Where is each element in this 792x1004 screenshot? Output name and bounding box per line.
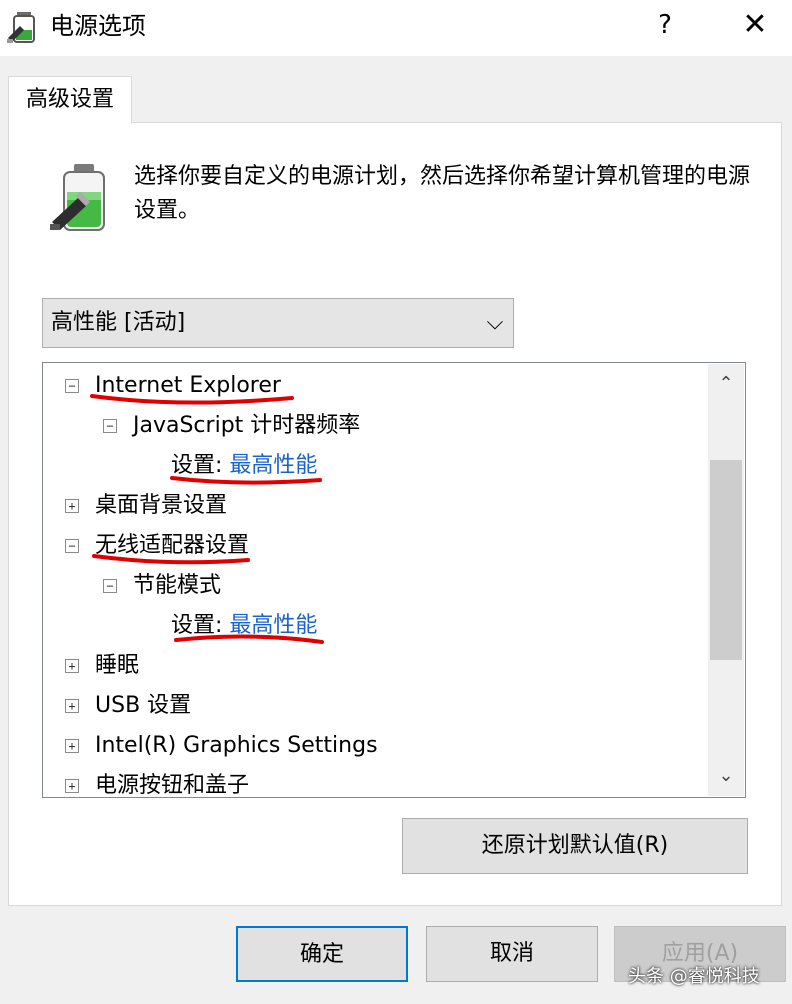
- close-button[interactable]: ✕: [736, 8, 774, 42]
- scroll-down-icon[interactable]: ⌄: [708, 760, 744, 792]
- collapse-icon[interactable]: −: [103, 419, 117, 433]
- tree-item-sleep[interactable]: 睡眠: [95, 649, 139, 683]
- tree-setting-row: 设置: 最高性能: [171, 609, 317, 643]
- tree-item-power-saving-mode[interactable]: 节能模式: [133, 569, 221, 603]
- power-plan-select[interactable]: 高性能 [活动]: [42, 298, 514, 348]
- battery-plug-icon: [50, 164, 105, 231]
- collapse-icon[interactable]: −: [65, 539, 79, 553]
- watermark: 头条 @睿悦科技: [628, 966, 760, 987]
- chevron-down-icon[interactable]: ⌵: [478, 298, 512, 348]
- expand-icon[interactable]: +: [65, 739, 79, 753]
- setting-label: 设置:: [171, 453, 223, 478]
- tree-item-internet-explorer[interactable]: Internet Explorer: [95, 369, 281, 403]
- tab-advanced-settings[interactable]: 高级设置: [8, 76, 132, 124]
- settings-tree[interactable]: − Internet Explorer − JavaScript 计时器频率 设…: [42, 362, 746, 798]
- expand-icon[interactable]: +: [65, 659, 79, 673]
- tree-item-wireless-adapter[interactable]: 无线适配器设置: [95, 529, 249, 563]
- cancel-button[interactable]: 取消: [426, 926, 598, 982]
- collapse-icon[interactable]: −: [65, 379, 79, 393]
- tree-item-javascript-timer[interactable]: JavaScript 计时器频率: [133, 409, 360, 443]
- scrollbar-thumb[interactable]: [710, 460, 742, 660]
- description-text: 选择你要自定义的电源计划，然后选择你希望计算机管理的电源设置。: [134, 164, 751, 223]
- ok-button[interactable]: 确定: [236, 926, 408, 982]
- power-options-icon: [7, 12, 35, 43]
- setting-value-link[interactable]: 最高性能: [229, 613, 317, 638]
- scroll-up-icon[interactable]: ⌃: [708, 368, 744, 400]
- expand-icon[interactable]: +: [65, 779, 79, 793]
- setting-label: 设置:: [171, 613, 223, 638]
- title-bar: 电源选项 ? ✕: [0, 0, 792, 56]
- tree-item-intel-graphics[interactable]: Intel(R) Graphics Settings: [95, 729, 378, 763]
- expand-icon[interactable]: +: [65, 499, 79, 513]
- tree-setting-row: 设置: 最高性能: [171, 449, 317, 483]
- tree-item-usb-settings[interactable]: USB 设置: [95, 689, 191, 723]
- setting-value-link[interactable]: 最高性能: [229, 453, 317, 478]
- window-title: 电源选项: [50, 12, 146, 40]
- help-button[interactable]: ?: [650, 8, 680, 42]
- expand-icon[interactable]: +: [65, 699, 79, 713]
- tree-item-desktop-background[interactable]: 桌面背景设置: [95, 489, 227, 523]
- tree-item-power-buttons-lid[interactable]: 电源按钮和盖子: [95, 769, 249, 797]
- collapse-icon[interactable]: −: [103, 579, 117, 593]
- restore-defaults-button[interactable]: 还原计划默认值(R): [402, 818, 748, 874]
